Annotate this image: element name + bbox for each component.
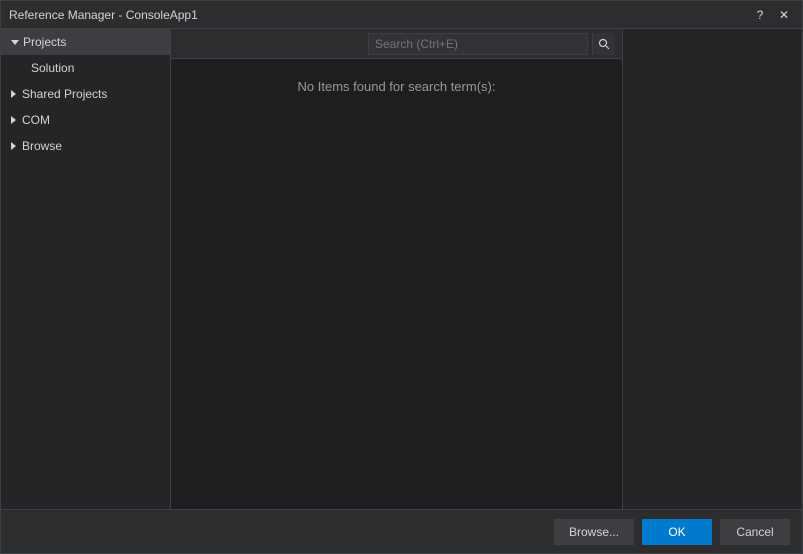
cancel-button[interactable]: Cancel [720, 519, 790, 545]
chevron-right-icon-browse [11, 142, 16, 150]
search-icon [598, 38, 610, 50]
sidebar-item-shared-projects[interactable]: Shared Projects [1, 81, 170, 107]
search-input-wrapper[interactable] [368, 33, 588, 55]
window-title: Reference Manager - ConsoleApp1 [9, 8, 198, 22]
title-bar-controls: ? ✕ [750, 5, 794, 25]
search-bar [171, 29, 622, 59]
search-input[interactable] [369, 37, 587, 51]
sidebar-item-browse-label: Browse [22, 139, 62, 153]
sidebar-item-solution[interactable]: Solution [1, 55, 170, 81]
sidebar: Projects Solution Shared Projects COM Br… [1, 29, 171, 509]
ok-button[interactable]: OK [642, 519, 712, 545]
main-area: No Items found for search term(s): [171, 29, 622, 509]
sidebar-item-browse[interactable]: Browse [1, 133, 170, 159]
search-button[interactable] [592, 33, 614, 55]
chevron-right-icon-com [11, 116, 16, 124]
sidebar-item-com[interactable]: COM [1, 107, 170, 133]
sidebar-projects-label: Projects [23, 35, 66, 49]
footer: Browse... OK Cancel [1, 509, 802, 553]
sidebar-projects-header[interactable]: Projects [1, 29, 170, 55]
no-items-message: No Items found for search term(s): [298, 79, 496, 94]
sidebar-item-shared-projects-label: Shared Projects [22, 87, 107, 101]
sidebar-item-com-label: COM [22, 113, 50, 127]
chevron-down-icon [11, 40, 19, 45]
help-button[interactable]: ? [750, 5, 770, 25]
browse-button[interactable]: Browse... [554, 519, 634, 545]
reference-manager-window: Reference Manager - ConsoleApp1 ? ✕ Proj… [0, 0, 803, 554]
content-area: No Items found for search term(s): [171, 59, 622, 509]
title-bar: Reference Manager - ConsoleApp1 ? ✕ [1, 1, 802, 29]
close-button[interactable]: ✕ [774, 5, 794, 25]
main-content: Projects Solution Shared Projects COM Br… [1, 29, 802, 509]
sidebar-item-solution-label: Solution [31, 61, 74, 75]
chevron-right-icon [11, 90, 16, 98]
right-panel [622, 29, 802, 509]
